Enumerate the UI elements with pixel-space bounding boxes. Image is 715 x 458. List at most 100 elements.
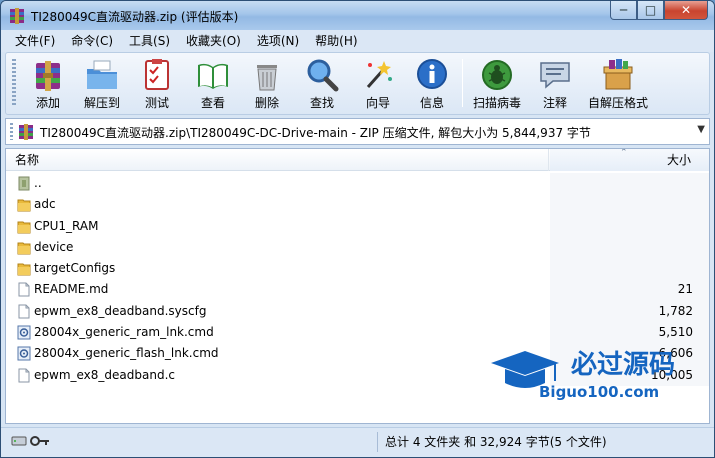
file-row[interactable]: .. xyxy=(6,173,709,195)
folder-icon xyxy=(17,199,31,212)
file-name: epwm_ex8_deadband.syscfg xyxy=(34,303,207,318)
file-size: 5,510 xyxy=(658,325,693,340)
find-button[interactable]: 查找 xyxy=(295,55,349,111)
file-name: device xyxy=(34,239,74,254)
comment-button[interactable]: 注释 xyxy=(528,55,582,111)
test-label: 测试 xyxy=(144,96,169,110)
add-label: 添加 xyxy=(35,96,60,110)
sort-ascending-icon: ⌃ xyxy=(620,148,628,158)
parent-folder-icon xyxy=(18,176,30,191)
file-row[interactable]: CPU1_RAM xyxy=(6,215,709,237)
file-icon xyxy=(18,304,30,319)
file-name: README.md xyxy=(34,282,109,297)
close-button[interactable]: ✕ xyxy=(664,1,708,20)
toolbar-separator xyxy=(462,59,463,107)
menu-options[interactable]: 选项(N) xyxy=(249,31,307,51)
file-size: 21 xyxy=(677,282,693,297)
size-cell-bg xyxy=(550,258,709,280)
minimize-button[interactable]: ─ xyxy=(610,1,637,20)
sfx-button[interactable]: 自解压格式 xyxy=(582,55,654,111)
comment-label: 注释 xyxy=(542,96,567,110)
file-row[interactable]: 28004x_generic_ram_lnk.cmd 5,510 xyxy=(6,322,709,344)
find-label: 查找 xyxy=(309,96,334,110)
archive-icon xyxy=(19,124,33,140)
status-separator xyxy=(377,432,378,452)
file-row[interactable]: adc xyxy=(6,194,709,216)
info-button[interactable]: 信息 xyxy=(405,55,459,111)
window-controls: ─ □ ✕ xyxy=(610,1,708,21)
size-cell-bg xyxy=(550,236,709,259)
address-grip xyxy=(10,123,13,140)
file-row[interactable]: epwm_ex8_deadband.syscfg 1,782 xyxy=(6,300,709,323)
sfx-icon xyxy=(603,59,633,90)
extract-to-icon xyxy=(87,60,117,89)
file-icon xyxy=(18,282,30,297)
delete-label: 删除 xyxy=(254,96,279,110)
menu-tools[interactable]: 工具(S) xyxy=(121,31,178,51)
file-name: adc xyxy=(34,197,56,212)
wizard-icon xyxy=(366,61,392,88)
scan-virus-label: 扫描病毒 xyxy=(472,96,521,110)
file-row[interactable]: README.md 21 xyxy=(6,279,709,301)
toolbar: 添加 解压到 测试 查看 删除 查找 向导 信息 扫描病毒 注释 自解压格式 xyxy=(5,52,710,115)
menu-help[interactable]: 帮助(H) xyxy=(307,31,365,51)
column-size-header[interactable]: 大小 xyxy=(550,149,709,171)
file-row[interactable]: targetConfigs xyxy=(6,258,709,280)
file-row[interactable]: device xyxy=(6,236,709,259)
address-dropdown-icon[interactable]: ▼ xyxy=(697,124,705,135)
menu-favorites[interactable]: 收藏夹(O) xyxy=(178,31,249,51)
size-cell-bg xyxy=(550,215,709,237)
file-name: 28004x_generic_flash_lnk.cmd xyxy=(34,346,219,361)
menu-file[interactable]: 文件(F) xyxy=(7,31,63,51)
file-name: targetConfigs xyxy=(34,261,116,276)
view-label: 查看 xyxy=(200,96,225,110)
file-name: .. xyxy=(34,176,42,190)
delete-button[interactable]: 删除 xyxy=(240,55,294,111)
extract-to-label: 解压到 xyxy=(83,96,120,110)
address-path: TI280049C直流驱动器.zip\TI280049C-DC-Drive-ma… xyxy=(40,126,591,140)
test-button[interactable]: 测试 xyxy=(130,55,184,111)
watermark-logo: 必过源码 Biguo100.com xyxy=(491,350,675,401)
menu-commands[interactable]: 命令(C) xyxy=(63,31,121,51)
wizard-label: 向导 xyxy=(365,96,390,110)
cmd-file-icon xyxy=(17,325,31,340)
add-button[interactable]: 添加 xyxy=(21,55,75,111)
watermark-title: 必过源码 xyxy=(571,350,675,380)
sfx-label: 自解压格式 xyxy=(587,96,648,110)
add-archive-icon xyxy=(36,61,60,91)
find-icon xyxy=(307,59,339,92)
winrar-window: TI280049C直流驱动器.zip (评估版本) ─ □ ✕ 文件(F) 命令… xyxy=(0,0,715,458)
maximize-button[interactable]: □ xyxy=(637,1,664,20)
address-bar[interactable]: TI280049C直流驱动器.zip\TI280049C-DC-Drive-ma… xyxy=(5,118,710,145)
toolbar-grip[interactable] xyxy=(12,59,16,107)
status-drive-icon[interactable] xyxy=(11,434,51,448)
info-icon xyxy=(417,59,447,89)
size-cell-bg xyxy=(550,173,709,195)
column-header: 名称 大小 ⌃ xyxy=(6,149,709,171)
window-title: TI280049C直流驱动器.zip (评估版本) xyxy=(31,10,239,24)
column-name-header[interactable]: 名称 xyxy=(6,149,549,171)
winrar-app-icon[interactable] xyxy=(9,8,25,24)
wizard-button[interactable]: 向导 xyxy=(351,55,405,111)
info-label: 信息 xyxy=(419,96,444,110)
title-bar[interactable]: TI280049C直流驱动器.zip (评估版本) ─ □ ✕ xyxy=(1,1,714,30)
size-cell-bg xyxy=(550,194,709,216)
test-icon xyxy=(145,59,169,90)
delete-icon xyxy=(257,65,277,91)
folder-icon xyxy=(17,221,31,234)
view-button[interactable]: 查看 xyxy=(186,55,240,111)
status-bar: 总计 4 文件夹 和 32,924 字节(5 个文件) xyxy=(1,427,714,457)
extract-to-button[interactable]: 解压到 xyxy=(75,55,129,111)
status-summary: 总计 4 文件夹 和 32,924 字节(5 个文件) xyxy=(385,435,607,449)
comment-icon xyxy=(540,62,570,89)
file-size: 1,782 xyxy=(658,303,693,318)
folder-icon xyxy=(17,263,31,276)
folder-icon xyxy=(17,242,31,255)
file-name: 28004x_generic_ram_lnk.cmd xyxy=(34,325,214,340)
file-name: epwm_ex8_deadband.c xyxy=(34,367,175,382)
cmd-file-icon xyxy=(17,346,31,361)
scan-virus-button[interactable]: 扫描病毒 xyxy=(470,55,524,111)
watermark-url: Biguo100.com xyxy=(539,383,659,401)
file-icon xyxy=(18,368,30,383)
file-name: CPU1_RAM xyxy=(34,218,99,233)
